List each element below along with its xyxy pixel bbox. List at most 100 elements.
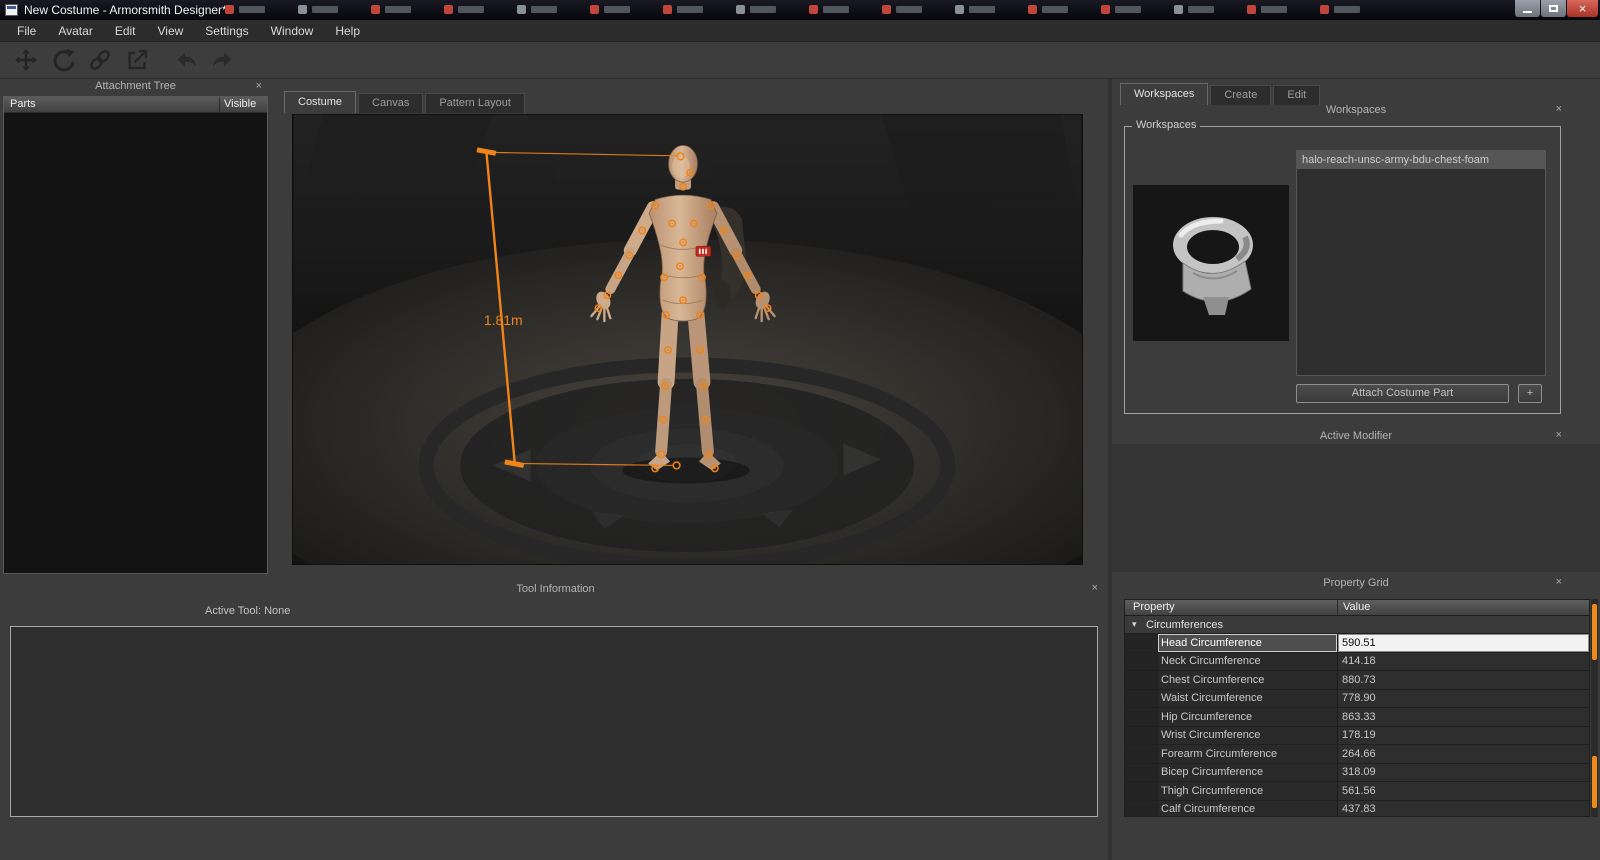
attachment-point-center [757, 294, 760, 297]
property-value[interactable]: 561.56 [1338, 782, 1589, 800]
redo-icon [213, 52, 232, 67]
tab-favicon [882, 5, 891, 14]
property-row[interactable]: Calf Circumference 437.83 [1125, 800, 1589, 816]
maximize-button[interactable] [1541, 0, 1566, 17]
property-row[interactable]: Neck Circumference 414.18 [1125, 652, 1589, 671]
measurement-label: 1.81m [484, 312, 523, 328]
tab-favicon [517, 5, 526, 14]
close-window-button[interactable]: × [1567, 0, 1598, 17]
property-row[interactable]: Hip Circumference 863.33 [1125, 708, 1589, 727]
tab-title-placeholder [969, 6, 995, 13]
property-row[interactable]: Head Circumference 590.51 [1125, 634, 1589, 653]
tool-information-area [10, 626, 1098, 817]
groupbox-label: Workspaces [1132, 119, 1201, 131]
tool-information-header: Tool Information × [3, 582, 1108, 597]
tab-workspaces[interactable]: Workspaces [1120, 83, 1209, 105]
attachment-point-center [667, 349, 669, 351]
menu-edit[interactable]: Edit [104, 20, 147, 42]
workspace-list-item[interactable]: halo-reach-unsc-army-bdu-chest-foam [1297, 151, 1545, 169]
viewport-3d-canvas[interactable]: 1.81m [293, 115, 1082, 564]
property-value[interactable]: 414.18 [1338, 652, 1589, 670]
property-grid-scrollbar[interactable] [1591, 599, 1598, 817]
close-panel-icon[interactable]: × [1556, 577, 1562, 588]
attachment-point-center [713, 467, 716, 470]
close-panel-icon[interactable]: × [256, 80, 262, 92]
menu-bar: File Avatar Edit View Settings Window Help [0, 20, 1600, 42]
move-tool-button[interactable] [12, 46, 40, 74]
attachment-point-center [641, 229, 644, 232]
attachment-point-center [628, 254, 631, 257]
browser-tab-icon [225, 5, 265, 14]
close-panel-icon[interactable]: × [1556, 104, 1562, 115]
tab-title-placeholder [1261, 6, 1287, 13]
attach-costume-part-button[interactable]: Attach Costume Part [1296, 384, 1509, 403]
active-tool-label: Active Tool: None [205, 605, 291, 617]
add-workspace-button[interactable]: + [1518, 384, 1542, 403]
rotate-tool-button[interactable] [49, 46, 77, 74]
redo-button[interactable] [209, 46, 237, 74]
close-panel-icon[interactable]: × [1092, 583, 1098, 594]
workspace-list[interactable]: halo-reach-unsc-army-bdu-chest-foam [1296, 150, 1546, 376]
minimize-button[interactable] [1515, 0, 1540, 17]
tab-canvas[interactable]: Canvas [358, 93, 424, 113]
scrollbar-thumb[interactable] [1592, 756, 1597, 808]
attachment-point-center [597, 307, 600, 310]
attachment-tree-panel: Attachment Tree × Parts Visible [3, 79, 268, 574]
property-row[interactable]: Bicep Circumference 318.09 [1125, 763, 1589, 782]
tab-title-placeholder [385, 6, 411, 13]
tab-create[interactable]: Create [1210, 85, 1272, 105]
attachment-point-center [654, 204, 657, 207]
property-name: Thigh Circumference [1158, 782, 1338, 800]
property-value[interactable]: 318.09 [1338, 763, 1589, 781]
menu-avatar[interactable]: Avatar [47, 20, 103, 42]
export-tool-button[interactable] [123, 46, 151, 74]
property-value[interactable]: 264.66 [1338, 745, 1589, 763]
menu-view[interactable]: View [147, 20, 195, 42]
property-row[interactable]: Thigh Circumference 561.56 [1125, 782, 1589, 801]
property-row[interactable]: Forearm Circumference 264.66 [1125, 745, 1589, 764]
property-rows: Head Circumference 590.51 Neck Circumferen… [1125, 634, 1589, 816]
tab-costume[interactable]: Costume [284, 91, 357, 113]
property-value[interactable]: 778.90 [1338, 689, 1589, 707]
attachment-point-center [703, 384, 705, 387]
property-row[interactable]: Chest Circumference 880.73 [1125, 671, 1589, 690]
browser-tab-icon [1028, 5, 1068, 14]
property-value[interactable]: 437.83 [1338, 800, 1589, 816]
parts-column-header: Parts [10, 98, 36, 110]
attachment-tree-view[interactable]: Parts Visible [3, 96, 268, 574]
menu-file[interactable]: File [6, 20, 47, 42]
property-name: Chest Circumference [1158, 671, 1338, 689]
workspace-thumbnail[interactable] [1133, 185, 1289, 341]
property-value[interactable]: 863.33 [1338, 708, 1589, 726]
tab-pattern-layout[interactable]: Pattern Layout [425, 93, 525, 113]
menu-help[interactable]: Help [324, 20, 371, 42]
property-value[interactable]: 590.51 [1338, 634, 1589, 652]
menu-window[interactable]: Window [260, 20, 325, 42]
link-tool-button[interactable] [86, 46, 114, 74]
grid-column-headers: Property Value [1125, 600, 1589, 616]
tab-edit[interactable]: Edit [1273, 85, 1321, 105]
circumferences-group-row[interactable]: ▾ Circumferences [1125, 616, 1589, 634]
attachment-point-center [664, 384, 666, 387]
property-value[interactable]: 178.19 [1338, 726, 1589, 744]
browser-tab-icon [444, 5, 484, 14]
close-panel-icon[interactable]: × [1556, 430, 1562, 441]
browser-tab-icon [809, 5, 849, 14]
collapse-arrow-icon: ▾ [1132, 619, 1137, 629]
attachment-indicator-icon[interactable] [695, 246, 712, 257]
tab-favicon [1247, 5, 1256, 14]
attachment-point-center [766, 307, 769, 310]
scrollbar-thumb[interactable] [1592, 604, 1597, 660]
menu-settings[interactable]: Settings [194, 20, 259, 42]
property-value[interactable]: 880.73 [1338, 671, 1589, 689]
attachment-point-center [708, 453, 710, 456]
tab-favicon [809, 5, 818, 14]
undo-icon [177, 52, 196, 67]
undo-button[interactable] [172, 46, 200, 74]
active-modifier-header: Active Modifier × [1112, 429, 1600, 444]
tab-favicon [1174, 5, 1183, 14]
property-row[interactable]: Waist Circumference 778.90 [1125, 689, 1589, 708]
browser-tab-icon [663, 5, 703, 14]
property-row[interactable]: Wrist Circumference 178.19 [1125, 726, 1589, 745]
browser-tab-icon [1174, 5, 1214, 14]
